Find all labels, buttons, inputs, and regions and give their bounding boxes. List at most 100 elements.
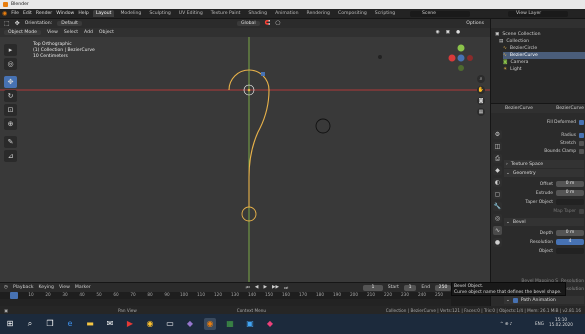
options-dropdown[interactable]: Options: [466, 21, 484, 26]
perspective-toggle-icon[interactable]: ▦: [477, 108, 485, 116]
offset-field[interactable]: 0 m: [556, 181, 584, 187]
outliner-item-collection[interactable]: ▤ Collection: [499, 38, 529, 45]
tab-shading[interactable]: Shading: [246, 11, 269, 16]
stretch-checkbox[interactable]: [579, 140, 584, 146]
tool-properties-tab[interactable]: ⚙: [493, 130, 502, 139]
windows-start-icon[interactable]: ⊞: [4, 318, 16, 330]
menu-add[interactable]: Add: [84, 30, 93, 35]
taper-object-field[interactable]: [556, 199, 584, 205]
3d-viewport[interactable]: ▸ ◎ ✥ ↻ ⊡ ⊕ ✎ ⊿ Top Orthographic (1) Col…: [0, 37, 490, 282]
radius-checkbox[interactable]: [579, 132, 584, 138]
bevel-section[interactable]: ⌄ Bevel: [504, 218, 584, 226]
bounds-clamp-checkbox[interactable]: [579, 148, 584, 154]
prev-keyframe-icon[interactable]: ◀: [255, 285, 259, 290]
timeline-editor-icon[interactable]: ◷: [4, 285, 8, 290]
blender-taskbar-icon[interactable]: ◉: [204, 318, 216, 330]
depth-field[interactable]: 0 m: [556, 230, 584, 236]
app-icon-terminal[interactable]: ▭: [164, 318, 176, 330]
edge-browser-icon[interactable]: e: [64, 318, 76, 330]
bounds-clamp-row[interactable]: Bounds Clamp: [505, 147, 584, 155]
stretch-row[interactable]: Stretch: [505, 139, 584, 147]
tab-sculpting[interactable]: Sculpting: [147, 11, 172, 16]
tab-modeling[interactable]: Modeling: [118, 11, 143, 16]
app-icon-purple[interactable]: ◆: [184, 318, 196, 330]
select-box-tool-button[interactable]: ▸: [4, 44, 17, 56]
input-language[interactable]: ENG: [535, 321, 544, 326]
scene-properties-tab[interactable]: ◆: [493, 166, 502, 175]
navigation-gizmo[interactable]: [448, 44, 474, 72]
playhead-marker[interactable]: [10, 292, 18, 299]
menu-view[interactable]: View: [47, 30, 58, 35]
end-frame-field[interactable]: 250: [435, 284, 451, 291]
transform-tool-button[interactable]: ⊕: [4, 118, 17, 130]
menu-playback[interactable]: Playback: [13, 285, 34, 290]
start-frame-field[interactable]: 1: [403, 284, 417, 291]
jump-start-icon[interactable]: ⏮: [246, 285, 250, 291]
timeline-ruler[interactable]: 0102030405060708090100110120130140150160…: [0, 292, 451, 299]
output-properties-tab[interactable]: ⎙: [493, 154, 502, 163]
outliner-item-bezier-curve[interactable]: ∿ BezierCurve: [503, 52, 585, 59]
chrome-icon[interactable]: ◉: [144, 318, 156, 330]
select-box-icon[interactable]: ⬚: [4, 20, 10, 27]
view-layer-selector[interactable]: View Layer: [508, 11, 568, 17]
menu-render[interactable]: Render: [36, 11, 52, 16]
tab-layout[interactable]: Layout: [92, 10, 115, 17]
tab-scripting[interactable]: Scripting: [373, 11, 397, 16]
tab-compositing[interactable]: Compositing: [336, 11, 369, 16]
system-tray-icons[interactable]: ^ ⊕ ♪: [500, 321, 512, 326]
tab-animation[interactable]: Animation: [273, 11, 300, 16]
map-taper-checkbox[interactable]: [579, 208, 584, 214]
fill-deformed-row[interactable]: Fill Deformed: [505, 118, 584, 126]
extrude-field[interactable]: 0 m: [556, 190, 584, 196]
xray-toggle-icon[interactable]: ▣: [446, 30, 450, 35]
material-properties-tab[interactable]: ●: [493, 238, 502, 247]
task-view-icon[interactable]: ❒: [44, 318, 56, 330]
clock[interactable]: 15:10 15.02.2020: [549, 317, 573, 327]
measure-tool-button[interactable]: ⊿: [4, 150, 17, 162]
data-name-field[interactable]: BezierCurve: [556, 106, 584, 111]
next-keyframe-icon[interactable]: ▶▶: [272, 285, 279, 290]
fill-deformed-checkbox[interactable]: [579, 119, 584, 125]
menu-help[interactable]: Help: [78, 11, 88, 16]
scale-tool-button[interactable]: ⊡: [4, 104, 17, 116]
tab-rendering[interactable]: Rendering: [305, 11, 332, 16]
file-explorer-icon[interactable]: ▬: [84, 318, 96, 330]
rotate-tool-button[interactable]: ↻: [4, 90, 17, 102]
transform-pivot-icon[interactable]: ✥: [15, 20, 20, 27]
shading-solid-icon[interactable]: ●: [456, 30, 460, 35]
annotate-tool-button[interactable]: ✎: [4, 136, 17, 148]
tab-uv-editing[interactable]: UV Editing: [177, 11, 205, 16]
menu-select[interactable]: Select: [64, 30, 78, 35]
render-properties-tab[interactable]: ◫: [493, 142, 502, 151]
play-icon[interactable]: ▶: [263, 285, 267, 290]
texture-space-section[interactable]: › Texture Space: [504, 160, 584, 168]
path-animation-checkbox[interactable]: [512, 297, 518, 303]
mail-icon[interactable]: ✉: [104, 318, 116, 330]
camera-view-icon[interactable]: ◙: [477, 97, 485, 105]
cursor-tool-button[interactable]: ◎: [4, 58, 17, 70]
menu-file[interactable]: File: [11, 11, 19, 16]
object-properties-tab[interactable]: ▢: [493, 190, 502, 199]
orientation-dropdown[interactable]: Default: [57, 21, 82, 26]
menu-window[interactable]: Window: [56, 11, 74, 16]
menu-keying[interactable]: Keying: [39, 285, 54, 290]
outliner-scene-collection[interactable]: ▣ Scene Collection: [495, 31, 541, 38]
outliner-item-light[interactable]: ☀ Light: [503, 66, 522, 73]
move-tool-button[interactable]: ✥: [4, 76, 17, 88]
proportional-edit-icon[interactable]: ◯: [275, 21, 280, 26]
snap-icon[interactable]: 🧲: [265, 21, 271, 26]
scene-selector[interactable]: Scene: [410, 11, 470, 17]
menu-timeline-view[interactable]: View: [59, 285, 70, 290]
overlay-toggle-icon[interactable]: ◉: [436, 30, 440, 35]
menu-object[interactable]: Object: [99, 30, 114, 35]
app-icon-green[interactable]: ▦: [224, 318, 236, 330]
search-icon[interactable]: ⌕: [24, 318, 36, 330]
transform-dropdown[interactable]: Global: [236, 21, 260, 26]
blender-menu-icon[interactable]: ◉: [2, 10, 7, 17]
outliner-item-bezier-circle[interactable]: ∿ BezierCircle: [503, 45, 537, 52]
pan-view-icon[interactable]: ✋: [477, 86, 485, 94]
object-mode-dropdown[interactable]: Object Mode: [4, 30, 41, 35]
radius-row[interactable]: Radius: [505, 131, 584, 139]
world-properties-tab[interactable]: ◐: [493, 178, 502, 187]
app-icon-media[interactable]: ▶: [124, 318, 136, 330]
